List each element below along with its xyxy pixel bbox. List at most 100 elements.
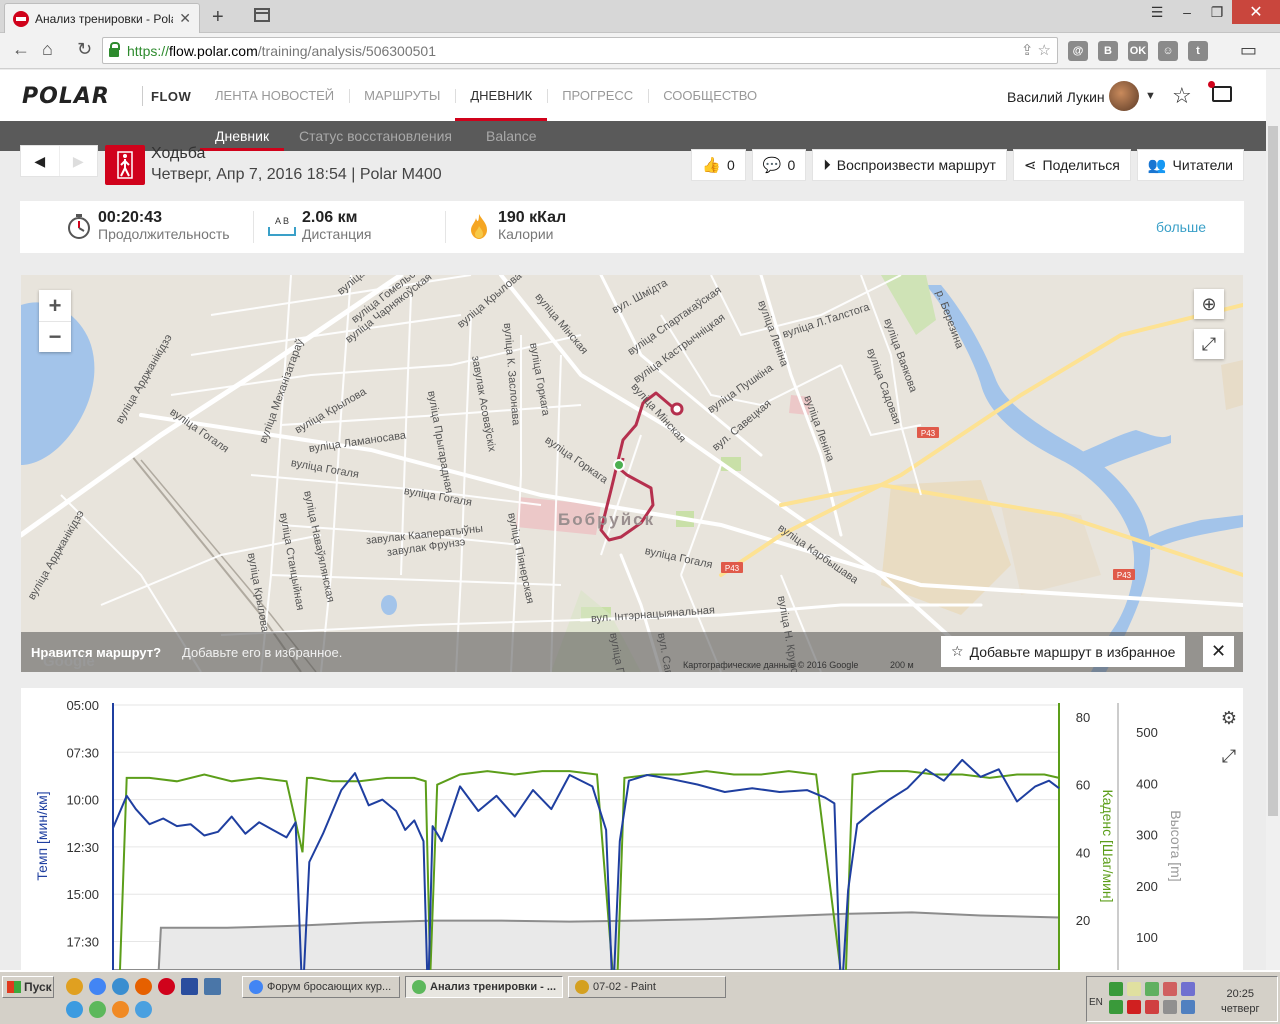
smiley-extension-icon[interactable]: ☺ bbox=[1158, 41, 1178, 61]
zoom-in-button[interactable]: + bbox=[39, 290, 71, 321]
taskbar-window-polar[interactable]: Анализ тренировки - ... bbox=[405, 976, 563, 998]
quicklaunch-icon[interactable] bbox=[66, 978, 83, 995]
chrome-icon bbox=[412, 980, 426, 994]
google-logo: Google bbox=[43, 653, 95, 670]
save-icon[interactable] bbox=[181, 978, 198, 995]
tab-close-icon[interactable]: ✕ bbox=[179, 10, 191, 27]
chart-svg[interactable]: 05:00 07:30 10:00 12:30 15:00 17:30 80 60 40 20 50… bbox=[21, 688, 1243, 970]
twitter-extension-icon[interactable]: t bbox=[1188, 41, 1208, 61]
new-tab-plus-icon[interactable]: + bbox=[212, 6, 224, 29]
route-end-marker[interactable] bbox=[670, 402, 684, 416]
taskbar-window-forum[interactable]: Форум бросающих кур... bbox=[242, 976, 400, 998]
followers-button[interactable]: 👥 Читатели bbox=[1136, 149, 1244, 181]
reload-icon[interactable]: ↻ bbox=[77, 39, 92, 60]
quicklaunch-icon[interactable] bbox=[66, 1001, 83, 1018]
tray-icon[interactable] bbox=[1163, 1000, 1177, 1014]
vk-icon[interactable] bbox=[204, 978, 221, 995]
chrome-icon[interactable] bbox=[89, 978, 106, 995]
like-button[interactable]: 👍 0 bbox=[691, 149, 746, 181]
minimize-icon[interactable]: – bbox=[1172, 0, 1202, 24]
nav-community[interactable]: СООБЩЕСТВО bbox=[648, 70, 772, 121]
chart-fullscreen-icon[interactable]: ⤢ bbox=[1214, 741, 1243, 771]
route-map[interactable]: P43 P43 P43 вуліца Грыбовуліца Гомельска… bbox=[21, 275, 1243, 672]
quicklaunch-icon[interactable] bbox=[89, 1001, 106, 1018]
comment-icon: 💬 bbox=[762, 157, 782, 174]
nav-diary[interactable]: ДНЕВНИК bbox=[455, 70, 548, 121]
polar-favicon-icon bbox=[13, 10, 29, 27]
locate-crosshair-icon[interactable]: ⊕ bbox=[1194, 289, 1224, 319]
previous-session-arrow-icon[interactable]: ◀ bbox=[21, 146, 59, 176]
quick-launch bbox=[66, 978, 227, 1018]
taskbar-window-paint[interactable]: 07-02 - Paint bbox=[568, 976, 726, 998]
opera-icon[interactable] bbox=[158, 978, 175, 995]
summary-divider bbox=[445, 211, 446, 243]
fullscreen-icon[interactable]: ⤢ bbox=[1194, 329, 1224, 359]
svg-text:P43: P43 bbox=[725, 564, 740, 573]
nav-progress[interactable]: ПРОГРЕСС bbox=[547, 70, 648, 121]
vk-extension-icon[interactable]: B bbox=[1098, 41, 1118, 61]
polar-logo[interactable]: POLAR bbox=[22, 84, 110, 109]
window-close-icon[interactable]: ✕ bbox=[1232, 0, 1280, 24]
chart-settings-icon[interactable]: ⚙ bbox=[1214, 703, 1243, 733]
subnav-diary[interactable]: Дневник bbox=[199, 121, 285, 151]
map-attribution: Картографические данные © 2016 Google bbox=[683, 660, 859, 670]
add-to-favorites-button[interactable]: ☆ Добавьте маршрут в избранное bbox=[941, 636, 1186, 667]
tray-icons bbox=[1109, 982, 1199, 1014]
tray-icon[interactable] bbox=[1145, 1000, 1159, 1014]
browser-tabbar: Анализ тренировки - Polar F ✕ + ☰ – ❐ ✕ bbox=[0, 0, 1280, 33]
subnav-balance[interactable]: Balance bbox=[486, 121, 537, 151]
calories-label: Калории bbox=[498, 226, 554, 242]
clock[interactable]: 20:25 четверг bbox=[1221, 987, 1260, 1017]
tray-icon[interactable] bbox=[1181, 1000, 1195, 1014]
notifications-icon[interactable] bbox=[1208, 81, 1232, 102]
share-button[interactable]: ⋖ Поделиться bbox=[1012, 149, 1131, 181]
address-bar[interactable]: https:// flow.polar.com /training/analys… bbox=[102, 37, 1058, 64]
firefox-icon[interactable] bbox=[135, 978, 152, 995]
start-button[interactable]: Пуск bbox=[2, 976, 54, 998]
restore-icon[interactable]: ❐ bbox=[1202, 0, 1232, 24]
nav-news[interactable]: ЛЕНТА НОВОСТЕЙ bbox=[200, 70, 349, 121]
tray-icon[interactable] bbox=[1109, 982, 1123, 996]
home-icon[interactable]: ⌂ bbox=[42, 39, 53, 60]
main-nav: ЛЕНТА НОВОСТЕЙ МАРШРУТЫ ДНЕВНИК ПРОГРЕСС… bbox=[200, 70, 772, 121]
flame-icon bbox=[471, 213, 487, 239]
favorites-star-icon[interactable]: ☆ bbox=[1172, 83, 1192, 109]
more-link[interactable]: больше bbox=[1156, 219, 1206, 235]
chevron-down-icon[interactable]: ▼ bbox=[1145, 90, 1156, 102]
tray-icon[interactable] bbox=[1145, 982, 1159, 996]
session-actions: 👍 0 💬 0 ⏵ Воспроизвести маршрут ⋖ Поделиться… bbox=[691, 149, 1244, 181]
ok-extension-icon[interactable]: OK bbox=[1128, 41, 1148, 61]
page-scrollbar[interactable] bbox=[1266, 70, 1280, 970]
tray-icon[interactable] bbox=[1163, 982, 1177, 996]
calories-value: 190 кКал bbox=[498, 209, 567, 226]
scrollbar-thumb[interactable] bbox=[1268, 126, 1278, 816]
chat-icon[interactable]: ▭ bbox=[1240, 40, 1257, 61]
back-arrow-icon[interactable]: ← bbox=[12, 39, 30, 60]
hamburger-menu-icon[interactable]: ☰ bbox=[1142, 0, 1172, 24]
subnav-recovery-status[interactable]: Статус восстановления bbox=[299, 121, 452, 151]
tray-icon[interactable] bbox=[1127, 982, 1141, 996]
nav-routes[interactable]: МАРШРУТЫ bbox=[349, 70, 455, 121]
avatar[interactable] bbox=[1109, 81, 1139, 111]
close-favorite-bar-icon[interactable]: ✕ bbox=[1203, 636, 1234, 667]
browser-tab[interactable]: Анализ тренировки - Polar F ✕ bbox=[4, 3, 200, 33]
stopwatch-icon bbox=[68, 213, 90, 239]
route-start-marker[interactable] bbox=[613, 459, 625, 471]
quicklaunch-icon[interactable] bbox=[135, 1001, 152, 1018]
language-indicator[interactable]: EN bbox=[1089, 997, 1103, 1008]
tabs-menu-icon[interactable] bbox=[254, 8, 270, 22]
session-date: Четверг, Апр 7, 2016 18:54 | Polar M400 bbox=[151, 166, 442, 183]
tray-icon[interactable] bbox=[1127, 1000, 1141, 1014]
analysis-chart[interactable]: 05:00 07:30 10:00 12:30 15:00 17:30 80 60 40 20 50… bbox=[21, 688, 1243, 970]
play-route-button[interactable]: ⏵ Воспроизвести маршрут bbox=[812, 149, 1007, 181]
odnoklassniki-icon[interactable] bbox=[112, 1001, 129, 1018]
tray-icon[interactable] bbox=[1181, 982, 1195, 996]
quicklaunch-icon[interactable] bbox=[112, 978, 129, 995]
mail-extension-icon[interactable]: @ bbox=[1068, 41, 1088, 61]
session-summary: 00:20:43 Продолжительность A B 2.06 км Д… bbox=[20, 201, 1244, 253]
zoom-out-button[interactable]: − bbox=[39, 321, 71, 352]
bookmark-star-icon[interactable]: ⇪ ☆ bbox=[1021, 41, 1051, 59]
tray-icon[interactable] bbox=[1109, 1000, 1123, 1014]
user-name[interactable]: Василий Лукин bbox=[1007, 89, 1105, 105]
comments-button[interactable]: 💬 0 bbox=[751, 149, 807, 181]
